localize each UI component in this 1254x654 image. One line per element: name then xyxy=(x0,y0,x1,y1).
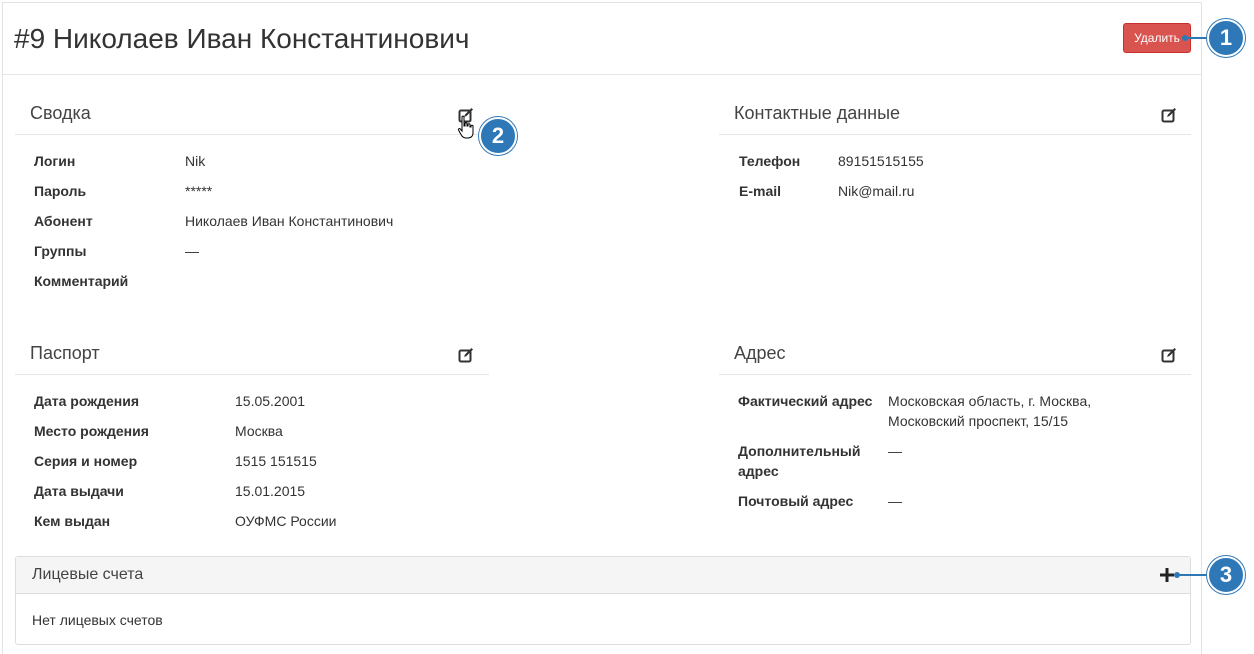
address-label-additional-line1: Дополнительный xyxy=(738,443,861,459)
address-panel-header: Адрес xyxy=(719,341,1191,375)
summary-label-subscriber: Абонент xyxy=(34,213,93,229)
address-label-postal: Почтовый адрес xyxy=(738,493,854,509)
summary-value-login: Nik xyxy=(185,153,206,169)
callout-1-badge: 1 xyxy=(1207,19,1245,57)
address-value-actual-line2: Московский проспект, 15/15 xyxy=(888,413,1069,429)
delete-button[interactable]: Удалить xyxy=(1123,23,1191,53)
page-header: #9 Николаев Иван Константинович Удалить xyxy=(3,3,1201,75)
accounts-title: Лицевые счета xyxy=(32,566,144,583)
address-value-actual-line1: Московская область, г. Москва, xyxy=(888,393,1092,409)
summary-panel-header: Сводка xyxy=(15,101,489,135)
passport-label-issue-date: Дата выдачи xyxy=(34,483,124,499)
contacts-panel-header: Контактные данные xyxy=(719,101,1191,135)
callout-2-badge: 2 xyxy=(479,117,517,155)
passport-value-number: 1515 151515 xyxy=(235,453,317,469)
page-title: #9 Николаев Иван Константинович xyxy=(14,23,470,54)
contacts-value-email: Nik@mail.ru xyxy=(838,183,915,199)
passport-panel-header: Паспорт xyxy=(15,341,489,375)
accounts-panel: Лицевые счета Нет лицевых счетов xyxy=(15,556,1191,645)
contacts-label-email: E-mail xyxy=(739,183,782,199)
summary-label-groups: Группы xyxy=(34,243,87,259)
summary-value-password: ***** xyxy=(185,183,213,199)
passport-value-issuer: ОУФМС России xyxy=(235,513,337,529)
callout-3-badge: 3 xyxy=(1207,556,1245,594)
summary-value-groups: — xyxy=(185,243,199,259)
accounts-panel-header: Лицевые счета xyxy=(16,557,1190,594)
contacts-value-phone: 89151515155 xyxy=(838,153,924,169)
passport-label-birthplace: Место рождения xyxy=(34,423,149,439)
summary-title: Сводка xyxy=(30,103,91,123)
passport-label-number: Серия и номер xyxy=(34,453,138,469)
summary-label-comment: Комментарий xyxy=(34,273,129,289)
edit-icon[interactable] xyxy=(458,347,474,363)
accounts-empty-text: Нет лицевых счетов xyxy=(32,612,163,628)
passport-label-birthdate: Дата рождения xyxy=(34,393,140,409)
summary-value-subscriber: Николаев Иван Константинович xyxy=(185,213,394,229)
summary-label-password: Пароль xyxy=(34,183,87,199)
hand-pointer-icon xyxy=(457,115,475,141)
address-value-postal: — xyxy=(888,493,902,509)
address-title: Адрес xyxy=(734,343,786,363)
address-value-additional: — xyxy=(888,443,902,459)
contacts-title: Контактные данные xyxy=(734,103,901,123)
address-label-additional-line2: адрес xyxy=(738,463,779,479)
passport-value-birthdate: 15.05.2001 xyxy=(235,393,306,409)
passport-value-issue-date: 15.01.2015 xyxy=(235,483,306,499)
edit-icon[interactable] xyxy=(1161,107,1177,123)
passport-label-issuer: Кем выдан xyxy=(34,513,111,529)
plus-icon[interactable] xyxy=(1159,567,1175,583)
address-label-actual: Фактический адрес xyxy=(738,393,873,409)
contacts-label-phone: Телефон xyxy=(739,153,801,169)
page-container: #9 Николаев Иван Константинович Удалить … xyxy=(2,2,1202,654)
summary-label-login: Логин xyxy=(34,153,76,169)
passport-title: Паспорт xyxy=(30,343,100,363)
passport-value-birthplace: Москва xyxy=(235,423,283,439)
edit-icon[interactable] xyxy=(1161,347,1177,363)
